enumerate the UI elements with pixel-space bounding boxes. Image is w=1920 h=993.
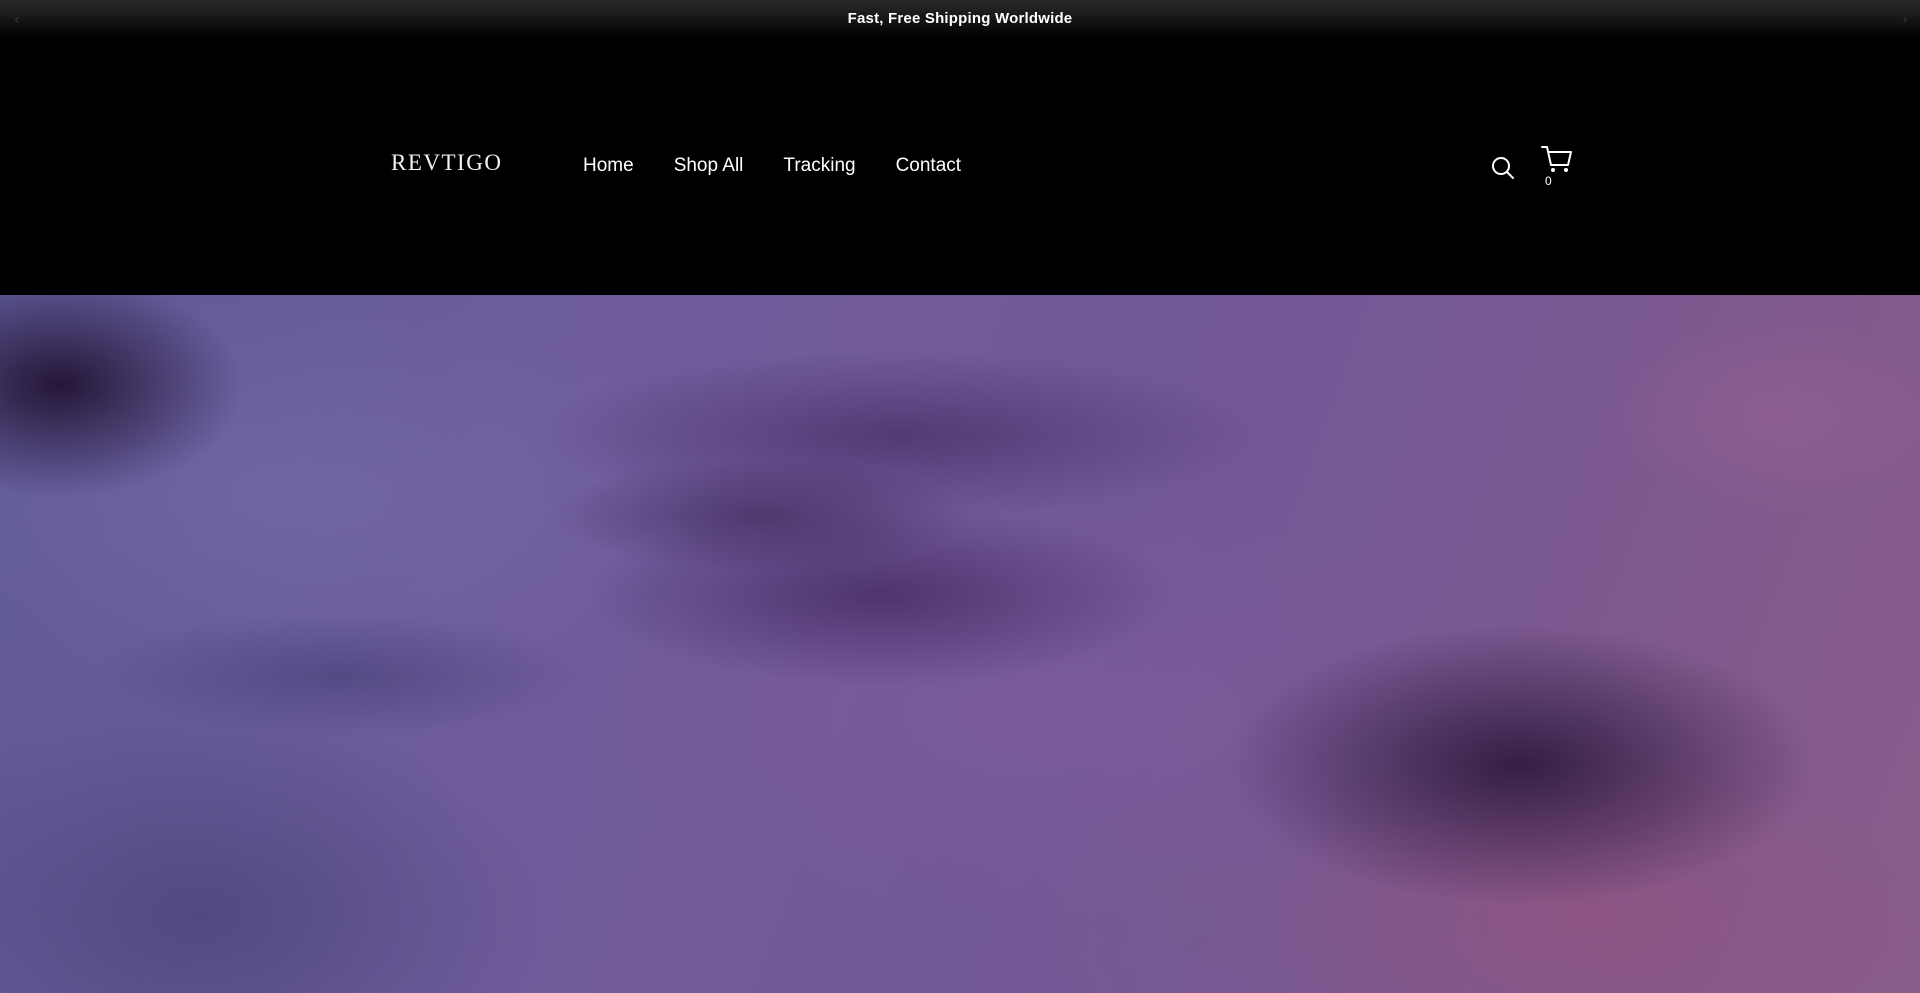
announcement-text: Fast, Free Shipping Worldwide xyxy=(847,10,1073,27)
site-logo[interactable]: REVTIGO xyxy=(391,150,502,176)
cart-count: 0 xyxy=(1545,174,1552,188)
nav-item-home[interactable]: Home xyxy=(583,155,634,177)
hero-image xyxy=(0,295,1920,993)
hero-image-texture xyxy=(0,295,1920,993)
nav-item-tracking[interactable]: Tracking xyxy=(783,155,855,177)
main-nav: Home Shop All Tracking Contact xyxy=(583,155,1001,177)
announcement-bar: ‹ Fast, Free Shipping Worldwide › xyxy=(0,0,1920,38)
chevron-right-icon[interactable]: › xyxy=(1902,12,1908,28)
site-header: REVTIGO Home Shop All Tracking Contact 0 xyxy=(0,38,1920,295)
nav-item-shop-all[interactable]: Shop All xyxy=(674,155,744,177)
nav-item-contact[interactable]: Contact xyxy=(896,155,961,177)
search-icon[interactable] xyxy=(1490,155,1516,181)
chevron-left-icon[interactable]: ‹ xyxy=(14,12,20,28)
